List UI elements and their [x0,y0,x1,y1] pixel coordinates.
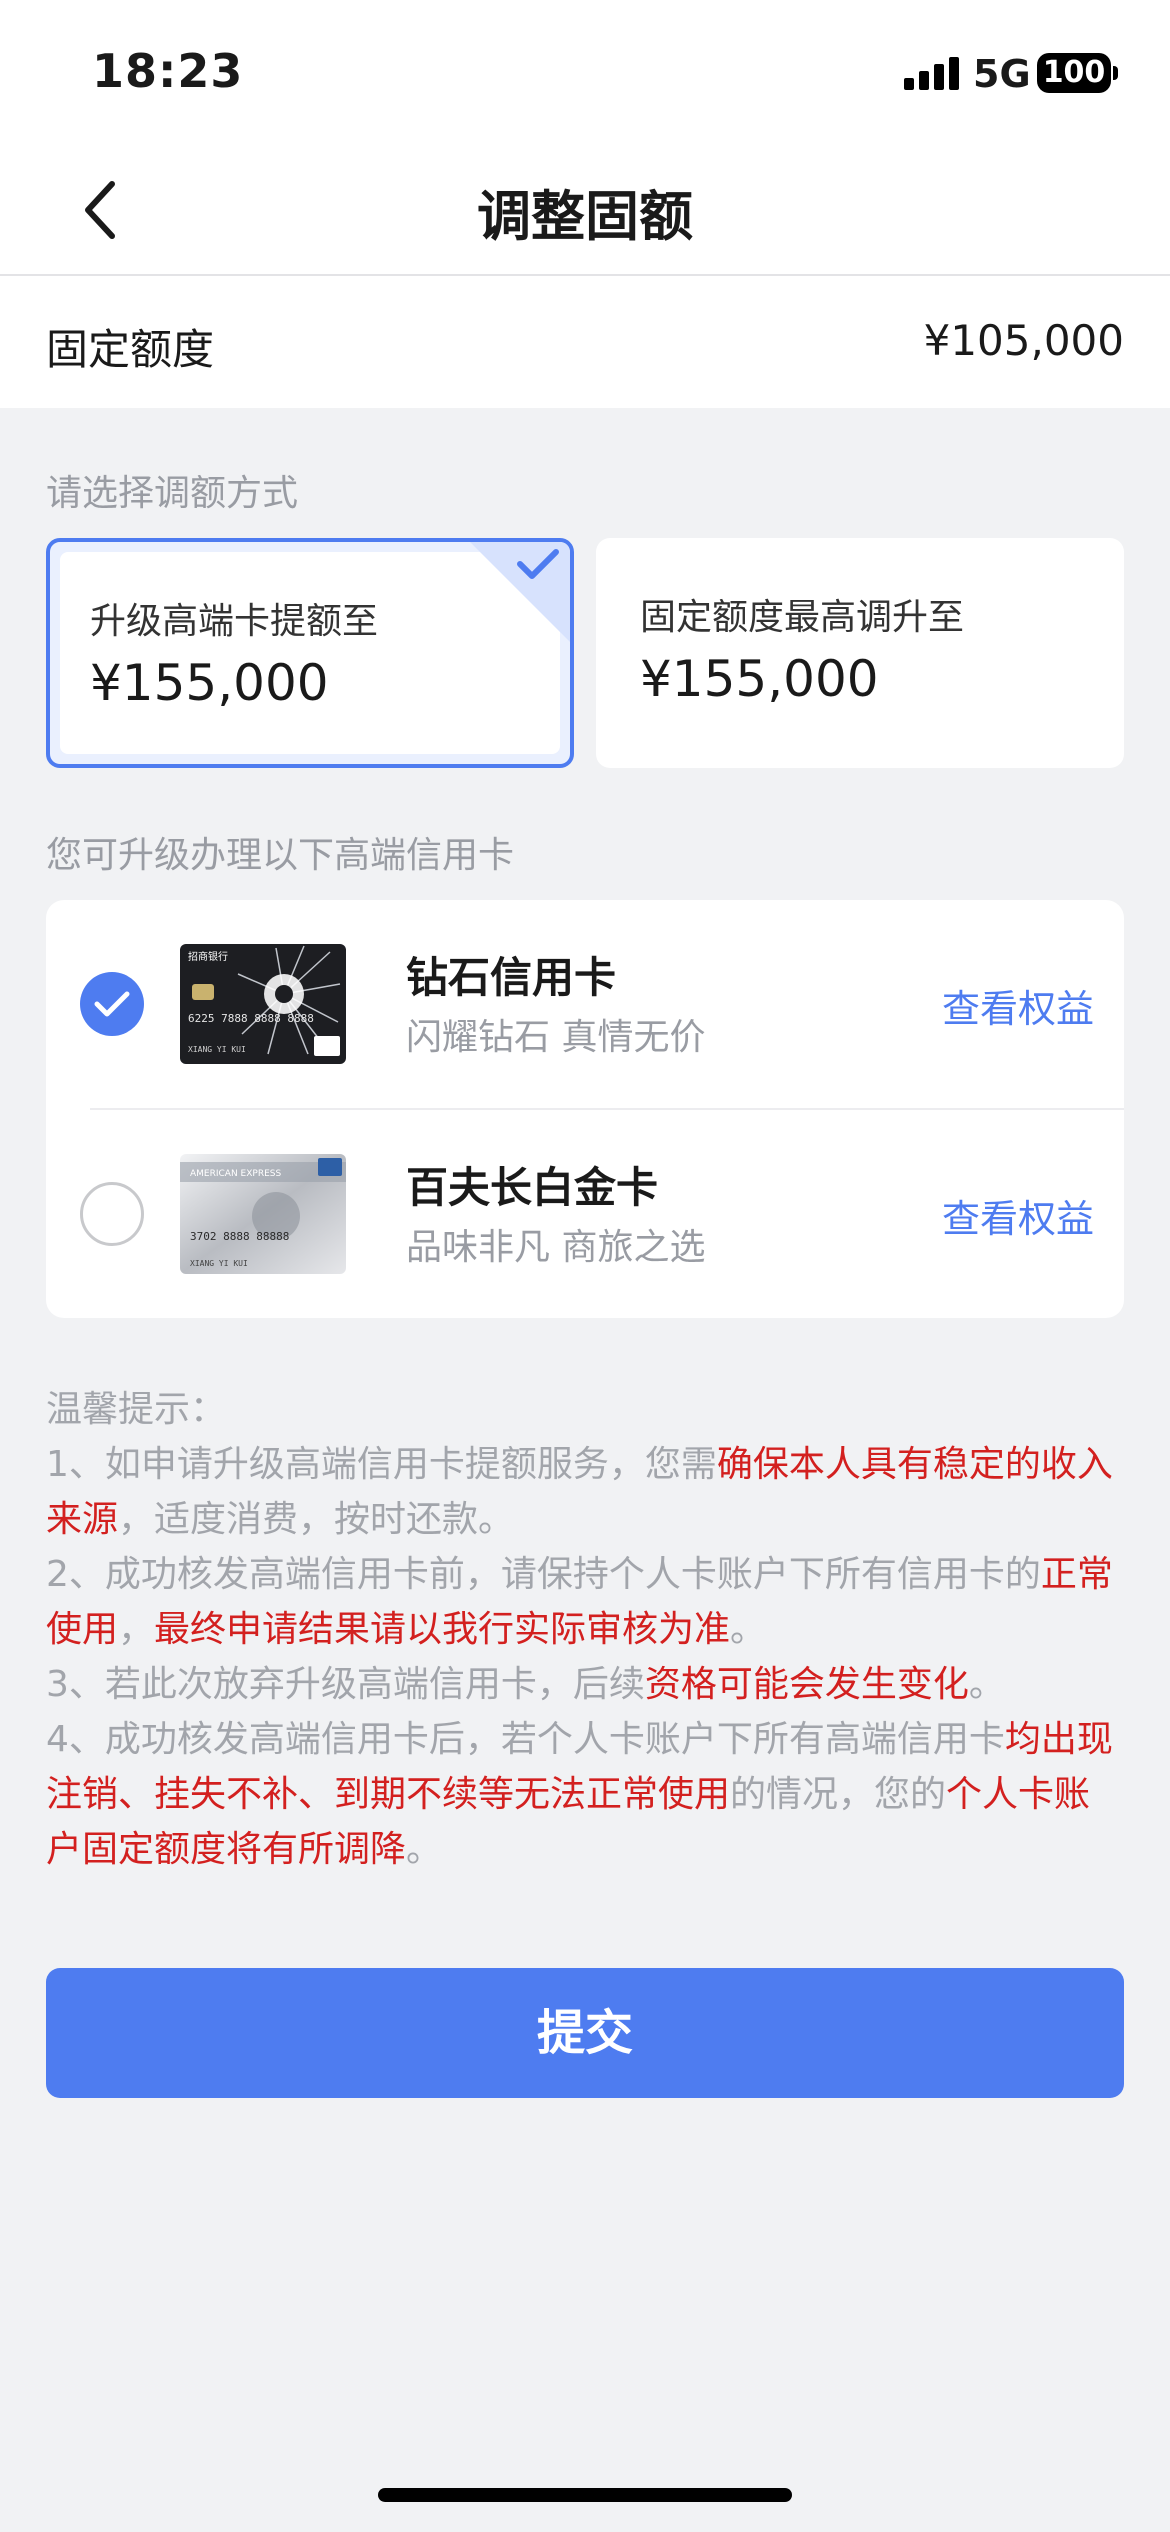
tip-3: 3、若此次放弃升级高端信用卡，后续资格可能会发生变化。 [46,1664,1005,1705]
card-option-centurion[interactable]: AMERICAN EXPRESS 3702 8888 88888 XIANG Y… [46,1110,1124,1318]
fixed-limit-value: ¥105,000 [923,316,1124,365]
method-amount: ¥155,000 [640,650,879,708]
method-title: 升级高端卡提额至 [90,601,379,642]
radio-selected[interactable] [80,972,144,1036]
method-amount: ¥155,000 [90,654,329,712]
fixed-limit-label: 固定额度 [46,325,215,374]
method-title: 固定额度最高调升至 [640,597,965,638]
tips-section: 温馨提示： 1、如申请升级高端信用卡提额服务，您需确保本人具有稳定的收入来源，适… [46,1382,1124,1877]
cards-section-label: 您可升级办理以下高端信用卡 [46,835,515,876]
page-title: 调整固额 [477,185,693,248]
submit-button[interactable]: 提交 [46,1968,1124,2098]
battery-tip [1113,66,1118,80]
view-benefits-link[interactable]: 查看权益 [942,1188,1094,1243]
battery-icon: 100 [1037,53,1111,93]
status-bar: 18:23 5G 100 [0,0,1170,140]
status-time: 18:23 [92,44,244,98]
signal-bars-icon [904,57,959,90]
card-number-text: 3702 8888 88888 [190,1230,289,1243]
view-benefits-link[interactable]: 查看权益 [942,978,1094,1033]
cards-panel: 招商银行 6225 7888 8888 8888 XIANG YI KUI 钻石… [46,900,1124,1318]
method-option-upgrade[interactable]: 升级高端卡提额至 ¥155,000 [46,538,574,768]
diamond-card-image: 招商银行 6225 7888 8888 8888 XIANG YI KUI [180,944,346,1064]
method-section-label: 请选择调额方式 [46,473,299,514]
card-name: 钻石信用卡 [406,953,617,1002]
tips-title: 温馨提示： [46,1389,227,1430]
card-name: 百夫长白金卡 [406,1163,659,1212]
check-icon [94,991,130,1017]
centurion-card-image: AMERICAN EXPRESS 3702 8888 88888 XIANG Y… [180,1154,346,1274]
tip-1: 1、如申请升级高端信用卡提额服务，您需确保本人具有稳定的收入来源，适度消费，按时… [46,1444,1113,1540]
card-desc: 品味非凡 商旅之选 [406,1227,706,1268]
card-brand-text: AMERICAN EXPRESS [190,1169,281,1179]
card-option-diamond[interactable]: 招商银行 6225 7888 8888 8888 XIANG YI KUI 钻石… [46,900,1124,1108]
card-holder-text: XIANG YI KUI [190,1259,248,1268]
check-icon [517,549,559,579]
tip-4: 4、成功核发高端信用卡后，若个人卡账户下所有高端信用卡均出现注销、挂失不补、到期… [46,1719,1113,1870]
home-indicator [378,2488,792,2502]
radio-unselected[interactable] [80,1182,144,1246]
card-bank-text: 招商银行 [188,950,228,963]
card-number-text: 6225 7888 8888 8888 [188,1012,314,1025]
method-option-fixed[interactable]: 固定额度最高调升至 ¥155,000 [596,538,1124,768]
tip-2: 2、成功核发高端信用卡前，请保持个人卡账户下所有信用卡的正常使用，最终申请结果请… [46,1554,1113,1650]
card-holder-text: XIANG YI KUI [188,1045,246,1054]
card-desc: 闪耀钻石 真情无价 [406,1017,706,1058]
nav-bar: 调整固额 [0,140,1170,276]
fixed-limit-row: 固定额度 ¥105,000 [0,276,1170,408]
network-type: 5G [973,52,1031,96]
